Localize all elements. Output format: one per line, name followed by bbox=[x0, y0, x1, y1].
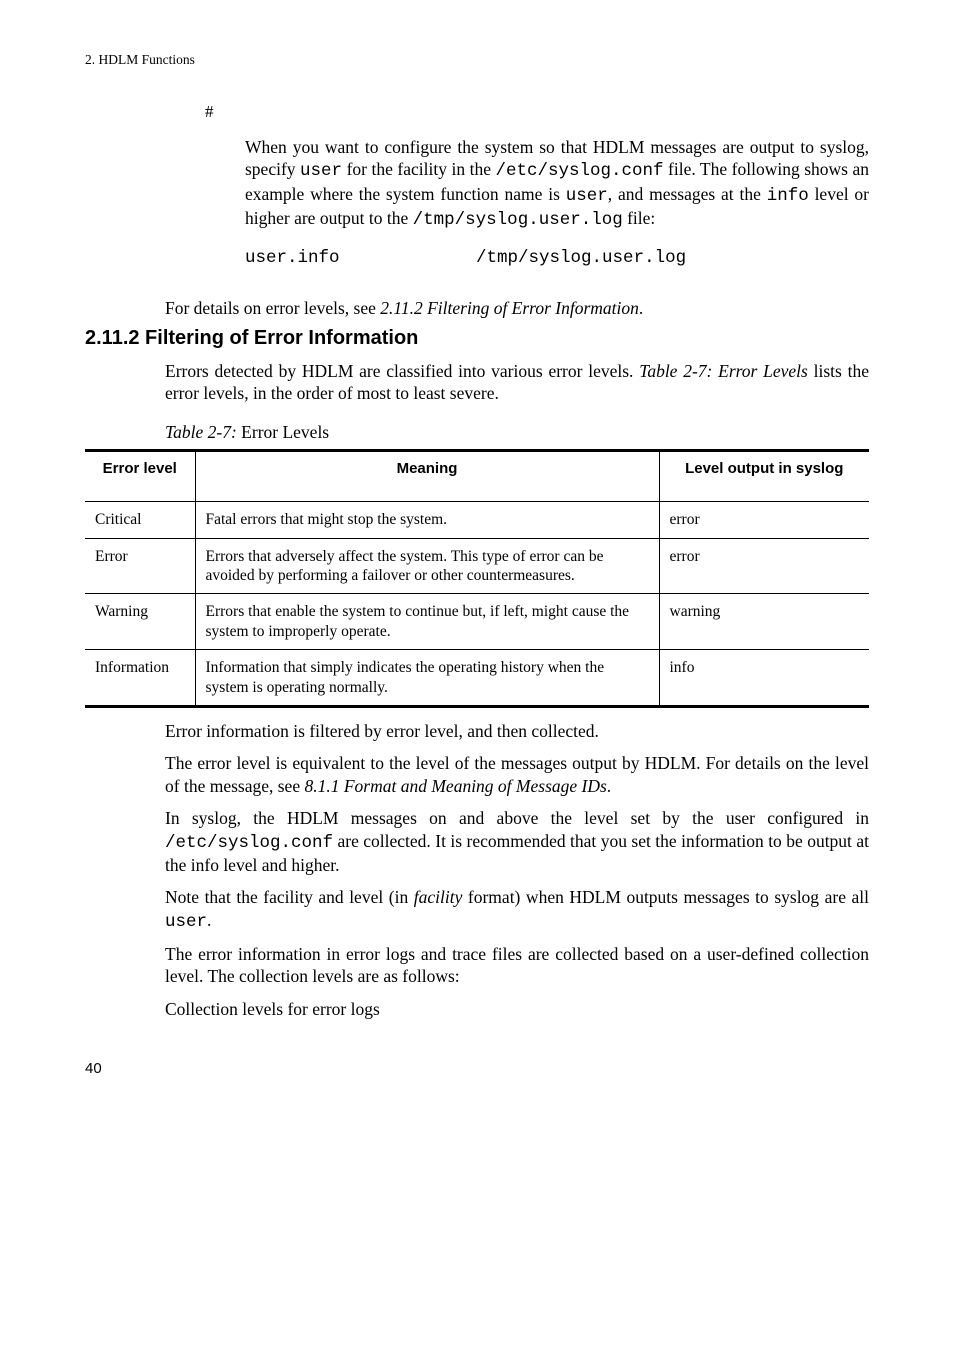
cell-syslog: error bbox=[659, 502, 869, 538]
text: For details on error levels, see bbox=[165, 298, 380, 318]
cell-meaning: Fatal errors that might stop the system. bbox=[195, 502, 659, 538]
post-table-p1: Error information is filtered by error l… bbox=[165, 720, 869, 742]
cell-syslog: info bbox=[659, 650, 869, 707]
code-inline: /tmp/syslog.user.log bbox=[413, 210, 623, 230]
code-inline: user bbox=[165, 912, 207, 932]
xref-italic: Table 2-7: Error Levels bbox=[639, 361, 808, 381]
th-syslog: Level output in syslog bbox=[659, 451, 869, 502]
details-line: For details on error levels, see 2.11.2 … bbox=[165, 298, 869, 319]
cell-level: Warning bbox=[85, 594, 195, 650]
cell-syslog: error bbox=[659, 538, 869, 594]
text: . bbox=[607, 776, 611, 796]
cell-level: Critical bbox=[85, 502, 195, 538]
text: In syslog, the HDLM messages on and abov… bbox=[165, 808, 869, 828]
section-intro: Errors detected by HDLM are classified i… bbox=[165, 360, 869, 405]
caption-rest: Error Levels bbox=[237, 422, 329, 442]
post-table-p2: The error level is equivalent to the lev… bbox=[165, 752, 869, 797]
cell-level: Error bbox=[85, 538, 195, 594]
hash-mark: # bbox=[205, 102, 869, 122]
text: . bbox=[207, 910, 211, 930]
text: format) when HDLM outputs messages to sy… bbox=[462, 887, 869, 907]
table-row: Critical Fatal errors that might stop th… bbox=[85, 502, 869, 538]
table-row: Error Errors that adversely affect the s… bbox=[85, 538, 869, 594]
cell-syslog: warning bbox=[659, 594, 869, 650]
xref-italic: 2.11.2 Filtering of Error Information bbox=[380, 298, 639, 318]
cell-meaning: Errors that enable the system to continu… bbox=[195, 594, 659, 650]
caption-italic: Table 2-7: bbox=[165, 422, 237, 442]
th-meaning: Meaning bbox=[195, 451, 659, 502]
table-row: Warning Errors that enable the system to… bbox=[85, 594, 869, 650]
code-block: user.info /tmp/syslog.user.log bbox=[245, 248, 869, 268]
text: for the facility in the bbox=[342, 159, 495, 179]
code-inline: /etc/syslog.conf bbox=[165, 833, 333, 853]
table-caption: Table 2-7: Error Levels bbox=[165, 422, 869, 443]
text: , and messages at the bbox=[608, 184, 767, 204]
text: Note that the facility and level (in bbox=[165, 887, 414, 907]
post-table-p6: Collection levels for error logs bbox=[165, 998, 869, 1020]
post-table-p3: In syslog, the HDLM messages on and abov… bbox=[165, 807, 869, 876]
xref-italic: 8.1.1 Format and Meaning of Message IDs bbox=[304, 776, 606, 796]
cell-level: Information bbox=[85, 650, 195, 707]
page-header: 2. HDLM Functions bbox=[85, 52, 869, 68]
text: file: bbox=[623, 208, 656, 228]
page-number: 40 bbox=[85, 1060, 869, 1077]
code-inline: /etc/syslog.conf bbox=[495, 161, 663, 181]
code-inline: user bbox=[566, 186, 608, 206]
code-inline: user bbox=[300, 161, 342, 181]
code-inline: info bbox=[767, 186, 809, 206]
italic: facility bbox=[414, 887, 463, 907]
th-error-level: Error level bbox=[85, 451, 195, 502]
error-levels-table: Error level Meaning Level output in sysl… bbox=[85, 449, 869, 708]
cell-meaning: Information that simply indicates the op… bbox=[195, 650, 659, 707]
cell-meaning: Errors that adversely affect the system.… bbox=[195, 538, 659, 594]
intro-block: When you want to configure the system so… bbox=[245, 136, 869, 232]
post-table-p5: The error information in error logs and … bbox=[165, 943, 869, 988]
text: . bbox=[639, 298, 643, 318]
page: 2. HDLM Functions # When you want to con… bbox=[0, 0, 954, 1077]
post-table-p4: Note that the facility and level (in fac… bbox=[165, 886, 869, 933]
table-header-row: Error level Meaning Level output in sysl… bbox=[85, 451, 869, 502]
section-heading: 2.11.2 Filtering of Error Information bbox=[85, 327, 869, 350]
text: Errors detected by HDLM are classified i… bbox=[165, 361, 639, 381]
table-row: Information Information that simply indi… bbox=[85, 650, 869, 707]
